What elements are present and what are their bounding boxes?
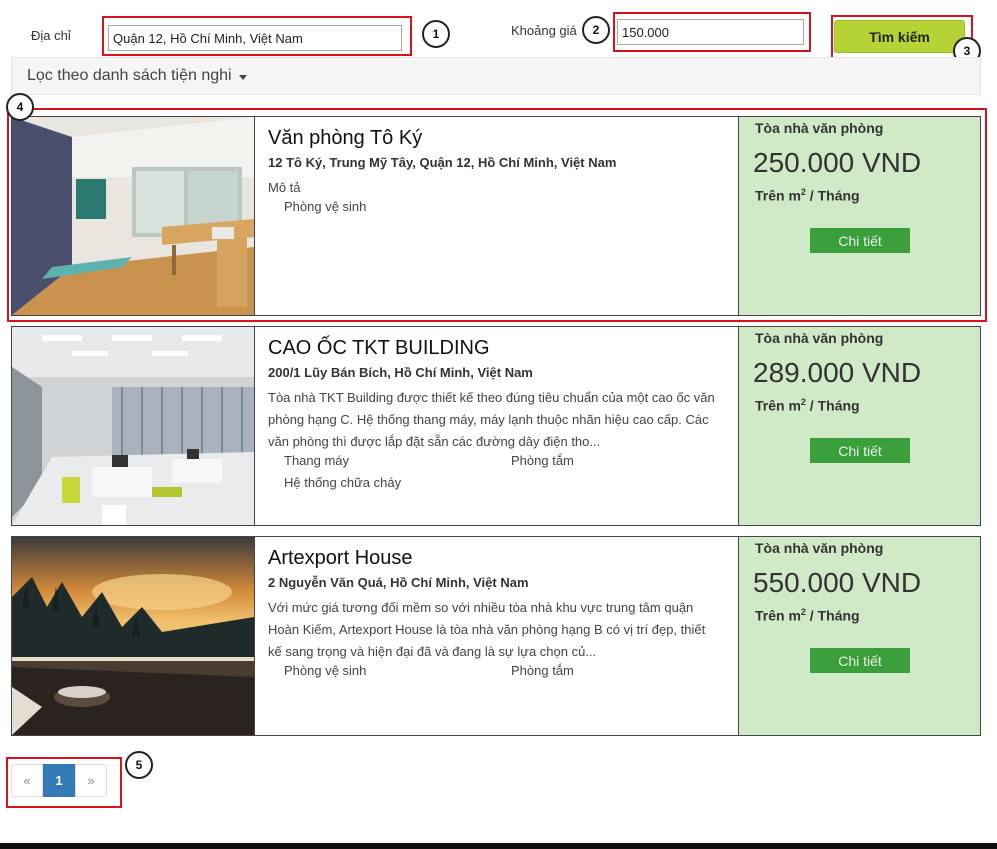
listing-photo[interactable] [12,537,255,735]
amenity-item: Hệ thống chữa cháy [284,475,402,490]
amenity-item: Phòng tắm [511,453,574,468]
detail-button[interactable]: Chi tiết [810,648,910,673]
price-unit: Trên m2 / Tháng [755,607,860,624]
listing-card: CAO ỐC TKT BUILDING 200/1 Lũy Bán Bích, … [11,326,981,526]
amenity-filter-label: Lọc theo danh sách tiện nghi [27,67,232,84]
highlight-listing [7,108,987,322]
amenity-item: Thang máy [284,453,350,468]
address-label: Địa chỉ [31,28,71,43]
property-type: Tòa nhà văn phòng [755,540,884,556]
amenity-filter-dropdown[interactable]: Lọc theo danh sách tiện nghi [11,57,981,95]
amenity-item: Phòng vệ sinh [284,663,367,678]
amenity-item: Phòng tắm [511,663,574,678]
listing-price: 289.000 VND [753,357,922,388]
callout-5: 5 [125,751,153,779]
listing-address: 2 Nguyễn Văn Quá, Hồ Chí Minh, Việt Nam [268,575,529,590]
callout-1: 1 [422,20,450,48]
listing-info: CAO ỐC TKT BUILDING 200/1 Lũy Bán Bích, … [268,327,738,525]
property-type: Tòa nhà văn phòng [755,330,884,346]
highlight-price [613,12,811,52]
price-label: Khoảng giá [511,23,577,38]
listing-price: 550.000 VND [753,567,922,598]
listing-description: Tòa nhà TKT Building được thiết kế theo … [268,390,715,449]
callout-4: 4 [6,93,34,121]
price-unit: Trên m2 / Tháng [755,397,860,414]
price-panel: Tòa nhà văn phòng 550.000 VND Trên m2 / … [738,537,980,735]
bottom-border [0,843,997,849]
caret-down-icon [239,75,247,80]
listing-address: 200/1 Lũy Bán Bích, Hồ Chí Minh, Việt Na… [268,365,533,380]
listing-photo[interactable] [12,327,255,525]
highlight-address [102,16,412,56]
price-panel: Tòa nhà văn phòng 289.000 VND Trên m2 / … [738,327,980,525]
listing-description: Với mức giá tương đối mềm so với nhiều t… [268,600,706,659]
highlight-pagination [6,757,122,808]
listing-card: Artexport House 2 Nguyễn Văn Quá, Hồ Chí… [11,536,981,736]
listing-name[interactable]: Artexport House [268,547,413,570]
callout-2: 2 [582,16,610,44]
listing-info: Artexport House 2 Nguyễn Văn Quá, Hồ Chí… [268,537,738,735]
detail-button[interactable]: Chi tiết [810,438,910,463]
highlight-search-button [831,15,973,59]
listing-name[interactable]: CAO ỐC TKT BUILDING [268,337,490,360]
